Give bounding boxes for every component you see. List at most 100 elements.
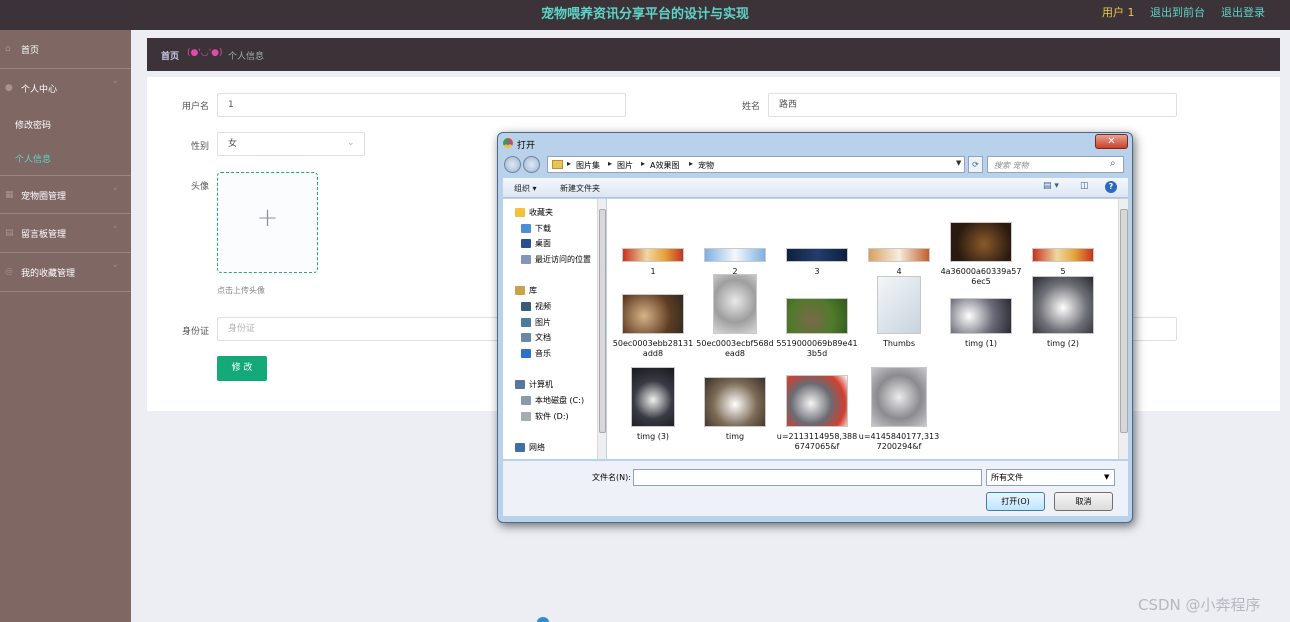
username-label: 用户名 [181,102,209,112]
nav-label: 最近访问的位置 [535,255,591,264]
image-thumbnail [704,248,766,262]
file-name: timg [725,432,745,441]
computer-icon [515,380,525,389]
nav-label: 视频 [535,302,551,311]
cancel-button[interactable]: 取消 [1054,492,1113,511]
sidebar-item-change-password[interactable]: 修改密码 [15,118,51,131]
nav-computer[interactable]: 计算机 [515,379,553,390]
file-item[interactable]: Thumbs [858,274,940,349]
drive-icon [521,412,531,421]
nav-music[interactable]: 音乐 [521,348,551,359]
filename-input[interactable]: ▼ [633,469,1106,486]
address-bar[interactable]: ▸ 图片集 ▸ 图片 ▸ A效果图 ▸ 宠物 ▼ [547,156,965,173]
back-button[interactable] [504,156,521,173]
forward-button[interactable] [523,156,540,173]
image-thumbnail [871,367,927,427]
image-thumbnail [704,377,766,427]
file-item[interactable]: timg (3) [612,367,694,442]
scrollbar-thumb[interactable] [1120,209,1128,433]
nav-recent[interactable]: 最近访问的位置 [521,254,591,265]
user-icon: ● [5,83,13,93]
nav-scrollbar[interactable] [597,199,606,459]
search-input[interactable]: 搜索 宠物 ⌕ [987,156,1124,173]
image-thumbnail [786,298,848,334]
chevron-right-icon: ▸ [641,159,646,168]
nav-desktop[interactable]: 桌面 [521,238,551,249]
open-button[interactable]: 打开(O) [986,492,1045,511]
nav-drive-c[interactable]: 本地磁盘 (C:) [521,395,584,406]
sidebar-item-message-board[interactable]: ▤ 留言板管理 ˅ [0,214,131,252]
nav-libraries[interactable]: 库 [515,285,537,296]
dialog-toolbar: 组织 ▾ 新建文件夹 ▤ ▾ ◫ ? [503,178,1128,198]
breadcrumb-home[interactable]: 首页 [161,49,179,62]
image-thumbnail [713,274,757,334]
sidebar-item-label: 留言板管理 [21,230,67,240]
file-item[interactable]: timg (2) [1022,274,1104,349]
file-item[interactable]: u=2113114958,3886747065&f [776,367,858,452]
file-item[interactable]: u=4145840177,3137200294&f [858,367,940,452]
refresh-button[interactable]: ⟳ [968,156,983,173]
nav-label: 本地磁盘 (C:) [535,396,585,405]
upload-tip: 点击上传头像 [217,286,265,295]
name-field[interactable]: 路西 [768,93,1177,117]
nav-label: 计算机 [529,380,553,389]
nav-downloads[interactable]: 下载 [521,223,551,234]
file-item[interactable]: 50ec0003ebb28131add8 [612,274,694,359]
image-thumbnail [622,294,684,334]
file-item[interactable]: 1 [612,202,694,277]
sidebar-item-personal-center[interactable]: ● 个人中心 ˄ [0,69,131,107]
filetype-select[interactable]: 所有文件 ▼ [986,469,1115,486]
chevron-down-icon: ˅ [113,188,118,198]
exit-to-front-link[interactable]: 退出到前台 [1150,4,1205,20]
dropdown-arrow-icon[interactable]: ▼ [956,159,961,167]
image-thumbnail [950,298,1012,334]
file-item[interactable]: 5 [1022,202,1104,277]
sidebar-item-personal-info[interactable]: 个人信息 [15,152,51,165]
scrollbar-thumb[interactable] [599,209,606,433]
navigation-pane: 收藏夹 下载 桌面 最近访问的位置 库 视频 图片 文档 音乐 计算机 本地磁盘… [503,199,606,459]
nav-network[interactable]: 网络 [515,442,545,453]
filetype-value: 所有文件 [991,473,1023,482]
gender-select[interactable]: 女 [217,132,365,156]
pictures-icon [521,318,531,327]
username-field[interactable]: 1 [217,93,626,117]
file-list-scrollbar[interactable] [1118,199,1128,459]
file-item[interactable]: timg [694,367,776,442]
nav-pictures[interactable]: 图片 [521,317,551,328]
dialog-title: 打开 [517,141,536,151]
file-name: 50ec0003ecbf568dead8 [696,339,774,358]
view-icon[interactable]: ▤ ▾ [1043,181,1059,191]
file-item[interactable]: timg (1) [940,274,1022,349]
nav-videos[interactable]: 视频 [521,301,551,312]
sidebar-item-pet-circle[interactable]: ▦ 宠物圈管理 ˅ [0,176,131,214]
file-item[interactable]: 2 [694,202,776,277]
avatar-upload[interactable]: + [217,172,318,273]
path-segment[interactable]: A效果图 [650,160,679,171]
help-icon[interactable]: ? [1105,181,1117,193]
logout-link[interactable]: 退出登录 [1221,4,1265,20]
file-item[interactable]: 50ec0003ecbf568dead8 [694,274,776,359]
chevron-right-icon: ▸ [567,159,572,168]
preview-pane-icon[interactable]: ◫ [1080,181,1089,191]
desktop-icon [521,239,531,248]
nav-drive-d[interactable]: 软件 (D:) [521,411,569,422]
breadcrumb: 首页 (●'◡'●) 个人信息 [147,38,1280,71]
path-segment[interactable]: 宠物 [698,160,714,171]
new-folder-button[interactable]: 新建文件夹 [560,183,600,194]
sidebar-item-home[interactable]: ⌂ 首页 [0,30,131,68]
nav-documents[interactable]: 文档 [521,332,551,343]
path-segment[interactable]: 图片 [617,160,633,171]
sidebar-item-label: 个人中心 [21,85,58,95]
sidebar-item-my-favorites[interactable]: ◎ 我的收藏管理 ˅ [0,253,131,291]
file-item[interactable]: 5519000069b89e413b5d [776,274,858,359]
file-item[interactable]: 3 [776,202,858,277]
close-button[interactable]: ✕ [1095,134,1128,149]
path-segment[interactable]: 图片集 [576,160,600,171]
modify-button[interactable]: 修 改 [217,356,267,381]
organize-menu[interactable]: 组织 ▾ [514,183,537,194]
file-item[interactable]: 4 [858,202,940,277]
nav-favorites[interactable]: 收藏夹 [515,207,553,218]
file-name: timg (2) [1046,339,1080,348]
message-icon: ▤ [5,228,14,238]
dialog-titlebar[interactable]: 打开 ✕ [498,133,1132,153]
